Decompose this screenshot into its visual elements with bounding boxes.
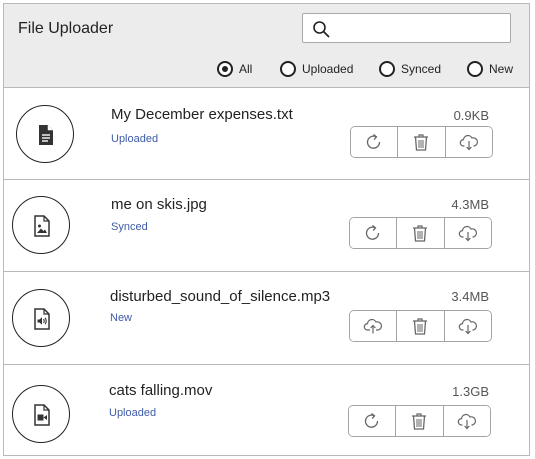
delete-button[interactable] (396, 406, 444, 436)
download-button[interactable] (444, 311, 491, 341)
file-status: New (110, 312, 133, 324)
file-name: me on skis.jpg (111, 196, 207, 213)
header: File Uploader All Uploaded Synced New (4, 4, 529, 88)
filter-uploaded-label: Uploaded (302, 62, 354, 76)
refresh-icon (366, 224, 380, 240)
cloud-download-icon (459, 134, 478, 151)
download-button[interactable] (443, 406, 490, 436)
image-icon (12, 196, 70, 254)
file-name: My December expenses.txt (111, 106, 293, 123)
cloud-download-icon (458, 318, 477, 335)
refresh-icon (367, 133, 381, 149)
filter-synced-radio[interactable] (379, 61, 395, 77)
file-row: disturbed_sound_of_silence.mp3 New 3.4MB (4, 272, 529, 365)
delete-button[interactable] (397, 218, 445, 248)
file-actions (349, 310, 492, 342)
audio-file-icon (12, 289, 70, 347)
file-status: Uploaded (111, 133, 159, 145)
refresh-button[interactable] (349, 406, 397, 436)
trash-icon (413, 318, 428, 335)
file-name: cats falling.mov (109, 382, 213, 399)
file-size: 0.9KB (453, 108, 489, 123)
filter-all-radio[interactable] (217, 61, 233, 77)
filter-all-label: All (239, 62, 253, 76)
download-button[interactable] (445, 127, 492, 157)
filter-new[interactable]: New (467, 60, 513, 78)
app-title: File Uploader (18, 20, 114, 37)
trash-icon (413, 225, 428, 242)
file-row: My December expenses.txt Uploaded 0.9KB (4, 88, 529, 180)
download-button[interactable] (444, 218, 491, 248)
filter-synced[interactable]: Synced (379, 60, 441, 78)
refresh-button[interactable] (351, 127, 399, 157)
trash-icon (414, 134, 429, 151)
delete-button[interactable] (397, 311, 445, 341)
file-actions (350, 126, 493, 158)
file-size: 1.3GB (452, 384, 489, 399)
search-input[interactable] (335, 17, 507, 41)
video-file-icon (12, 385, 70, 443)
filter-uploaded-radio[interactable] (280, 61, 296, 77)
delete-button[interactable] (398, 127, 446, 157)
document-icon (16, 105, 74, 163)
file-size: 4.3MB (451, 197, 489, 212)
file-row: cats falling.mov Uploaded 1.3GB (4, 365, 529, 455)
file-row: me on skis.jpg Synced 4.3MB (4, 180, 529, 272)
upload-button[interactable] (350, 311, 398, 341)
file-name: disturbed_sound_of_silence.mp3 (110, 288, 331, 305)
filter-uploaded[interactable]: Uploaded (280, 60, 353, 78)
search-box[interactable] (302, 13, 511, 43)
filter-new-radio[interactable] (467, 61, 483, 77)
trash-icon (412, 413, 427, 430)
filter-all[interactable]: All (217, 60, 252, 78)
file-size: 3.4MB (451, 289, 489, 304)
cloud-download-icon (457, 413, 476, 430)
file-uploader-panel: File Uploader All Uploaded Synced New My… (3, 3, 530, 456)
cloud-download-icon (458, 225, 477, 242)
file-status: Synced (111, 221, 148, 233)
search-icon (313, 21, 330, 38)
refresh-icon (365, 412, 379, 428)
filter-new-label: New (489, 62, 514, 76)
filter-synced-label: Synced (401, 62, 442, 76)
file-actions (349, 217, 492, 249)
cloud-upload-icon (363, 318, 383, 334)
file-status: Uploaded (109, 407, 157, 419)
file-actions (348, 405, 491, 437)
refresh-button[interactable] (350, 218, 398, 248)
